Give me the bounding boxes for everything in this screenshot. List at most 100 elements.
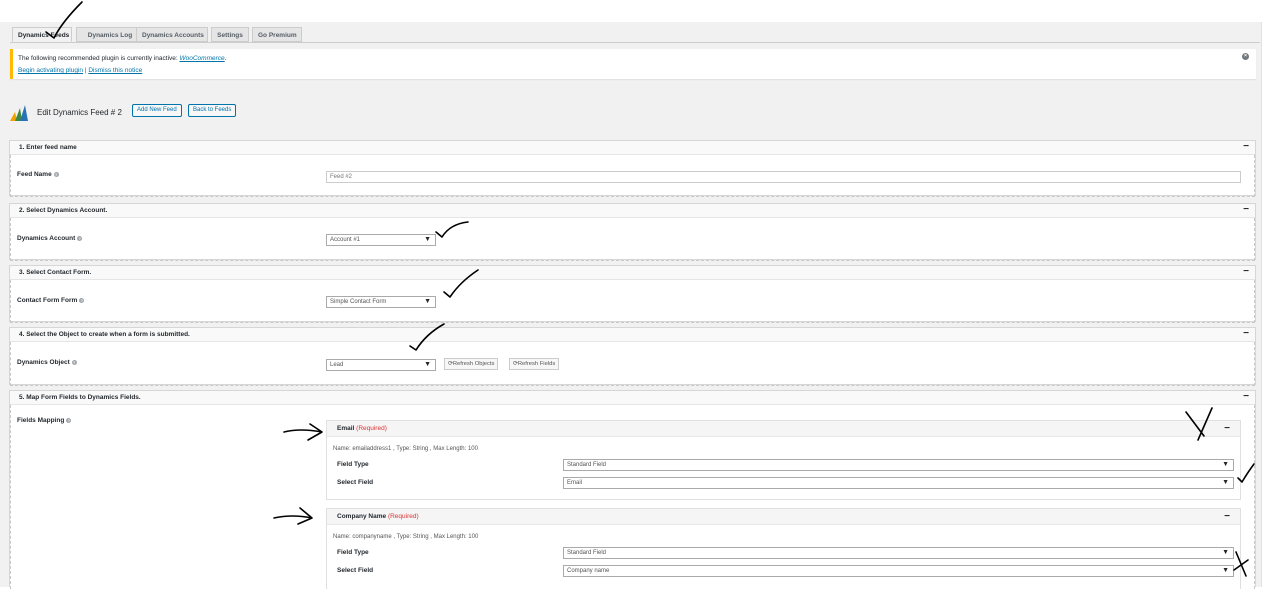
dynamics-object-label: Dynamics Object? — [17, 359, 77, 366]
select-field-select[interactable]: Company name ▼ — [563, 565, 1234, 577]
help-icon[interactable]: ? — [71, 359, 77, 365]
section-body: Dynamics Account? Account #1 ▼ — [10, 218, 1255, 261]
mapping-field-name: Company Name — [337, 513, 387, 520]
select-field-value: Company name — [567, 568, 610, 574]
field-type-label: Field Type — [337, 461, 369, 468]
select-field-select[interactable]: Email ▼ — [563, 477, 1234, 489]
mapping-field-name: Email — [337, 425, 355, 432]
tab-go-premium[interactable]: Go Premium — [252, 27, 302, 42]
notice-text: The following recommended plugin is curr… — [18, 55, 180, 62]
section-heading-text: 5. Map Form Fields to Dynamics Fields. — [19, 394, 141, 401]
select-field-label: Select Field — [337, 567, 374, 574]
section-heading[interactable]: 2. Select Dynamics Account. − — [10, 204, 1255, 218]
dynamics-account-value: Account #1 — [330, 237, 361, 243]
refresh-objects-button[interactable]: ⟳Refresh Objects — [444, 358, 499, 370]
section-dynamics-object: 4. Select the Object to create when a fo… — [9, 327, 1256, 386]
dynamics-account-select[interactable]: Account #1 ▼ — [326, 234, 436, 246]
section-body: Dynamics Object? Lead ▼ ⟳Refresh Objects… — [10, 342, 1255, 386]
notice-message: The following recommended plugin is curr… — [18, 55, 226, 62]
chevron-down-icon: ▼ — [424, 236, 431, 243]
fields-mapping-label: Fields Mapping? — [17, 417, 72, 424]
section-contact-form: 3. Select Contact Form. − Contact Form F… — [9, 265, 1256, 323]
section-heading-text: 4. Select the Object to create when a fo… — [19, 331, 190, 338]
dynamics-object-label-text: Dynamics Object — [17, 359, 70, 366]
mapping-field-title: Company Name (Required) — [337, 513, 419, 520]
close-icon[interactable]: × — [1242, 53, 1249, 60]
dismiss-notice-link[interactable]: Dismiss this notice — [88, 67, 142, 74]
chevron-down-icon: ▼ — [424, 361, 431, 368]
scrollbar[interactable] — [1261, 22, 1269, 587]
section-heading[interactable]: 4. Select the Object to create when a fo… — [10, 328, 1255, 342]
tab-dynamics-accounts[interactable]: Dynamics Accounts — [136, 27, 208, 42]
tab-dynamics-feeds[interactable]: Dynamics Feeds — [12, 27, 72, 42]
refresh-fields-label: Refresh Fields — [517, 361, 556, 367]
section-heading[interactable]: 3. Select Contact Form. − — [10, 266, 1255, 280]
field-type-value: Standard Field — [567, 550, 607, 556]
mapping-field-title: Email (Required) — [337, 425, 387, 432]
dynamics-logo — [10, 105, 28, 121]
collapse-icon[interactable]: − — [1224, 423, 1230, 434]
tabs-divider — [10, 42, 1260, 43]
dynamics-account-label-text: Dynamics Account — [17, 235, 76, 242]
section-body: Feed Name? Feed #2 — [10, 155, 1255, 197]
mapping-card-company-name: Company Name (Required) − Name: companyn… — [326, 508, 1241, 589]
woocommerce-link[interactable]: WooCommerce — [180, 55, 225, 62]
plugin-notice: The following recommended plugin is curr… — [10, 49, 1256, 79]
notice-period: . — [224, 55, 227, 62]
chevron-down-icon: ▼ — [1222, 567, 1229, 574]
section-heading-text: 2. Select Dynamics Account. — [19, 207, 108, 214]
contact-form-value: Simple Contact Form — [330, 299, 387, 305]
feed-name-label-text: Feed Name — [17, 171, 52, 178]
mapping-field-meta: Name: companyname , Type: String , Max L… — [333, 534, 479, 540]
notice-actions: Begin activating plugin | Dismiss this n… — [18, 67, 142, 74]
back-to-feeds-button[interactable]: Back to Feeds — [188, 104, 237, 117]
fields-mapping-label-text: Fields Mapping — [17, 417, 65, 424]
field-type-value: Standard Field — [567, 462, 607, 468]
mapping-card-header[interactable]: Company Name (Required) − — [327, 509, 1240, 525]
field-type-select[interactable]: Standard Field ▼ — [563, 459, 1234, 471]
help-icon[interactable]: ? — [77, 235, 83, 241]
section-heading-text: 1. Enter feed name — [19, 144, 77, 151]
contact-form-label: Contact Form Form? — [17, 297, 85, 304]
contact-form-label-text: Contact Form Form — [17, 297, 78, 304]
collapse-icon[interactable]: − — [1243, 328, 1249, 340]
section-fields-mapping: 5. Map Form Fields to Dynamics Fields. −… — [9, 390, 1256, 589]
section-dynamics-account: 2. Select Dynamics Account. − Dynamics A… — [9, 203, 1256, 261]
chevron-down-icon: ▼ — [424, 298, 431, 305]
tab-settings[interactable]: Settings — [211, 27, 249, 42]
page-title: Edit Dynamics Feed # 2 — [37, 108, 122, 117]
required-badge: (Required) — [387, 513, 419, 520]
collapse-icon[interactable]: − — [1243, 141, 1249, 153]
add-new-feed-button[interactable]: Add New Feed — [132, 104, 182, 117]
help-icon[interactable]: ? — [66, 417, 72, 423]
dynamics-object-select[interactable]: Lead ▼ — [326, 359, 436, 371]
dynamics-object-value: Lead — [330, 362, 344, 368]
refresh-fields-button[interactable]: ⟳Refresh Fields — [509, 358, 560, 370]
dynamics-account-label: Dynamics Account? — [17, 235, 83, 242]
chevron-down-icon: ▼ — [1222, 549, 1229, 556]
collapse-icon[interactable]: − — [1224, 511, 1230, 522]
chevron-down-icon: ▼ — [1222, 461, 1229, 468]
mapping-card-header[interactable]: Email (Required) − — [327, 421, 1240, 437]
section-heading[interactable]: 1. Enter feed name − — [10, 141, 1255, 155]
select-field-value: Email — [567, 480, 583, 486]
feed-name-input[interactable]: Feed #2 — [326, 171, 1241, 183]
tab-dynamics-log[interactable]: Dynamics Log — [76, 27, 144, 42]
collapse-icon[interactable]: − — [1243, 204, 1249, 216]
collapse-icon[interactable]: − — [1243, 391, 1249, 403]
feed-name-label: Feed Name? — [17, 171, 59, 178]
chevron-down-icon: ▼ — [1222, 479, 1229, 486]
help-icon[interactable]: ? — [79, 297, 85, 303]
field-type-select[interactable]: Standard Field ▼ — [563, 547, 1234, 559]
section-heading-text: 3. Select Contact Form. — [19, 269, 92, 276]
select-field-label: Select Field — [337, 479, 374, 486]
collapse-icon[interactable]: − — [1243, 266, 1249, 278]
mapping-card-email: Email (Required) − Name: emailaddress1 ,… — [326, 420, 1241, 500]
activate-plugin-link[interactable]: Begin activating plugin — [18, 67, 83, 74]
required-badge: (Required) — [356, 425, 387, 432]
section-heading[interactable]: 5. Map Form Fields to Dynamics Fields. − — [10, 391, 1255, 405]
section-body: Contact Form Form? Simple Contact Form ▼ — [10, 280, 1255, 323]
mapping-field-meta: Name: emailaddress1 , Type: String , Max… — [333, 446, 478, 452]
contact-form-select[interactable]: Simple Contact Form ▼ — [326, 296, 436, 308]
help-icon[interactable]: ? — [53, 171, 59, 177]
